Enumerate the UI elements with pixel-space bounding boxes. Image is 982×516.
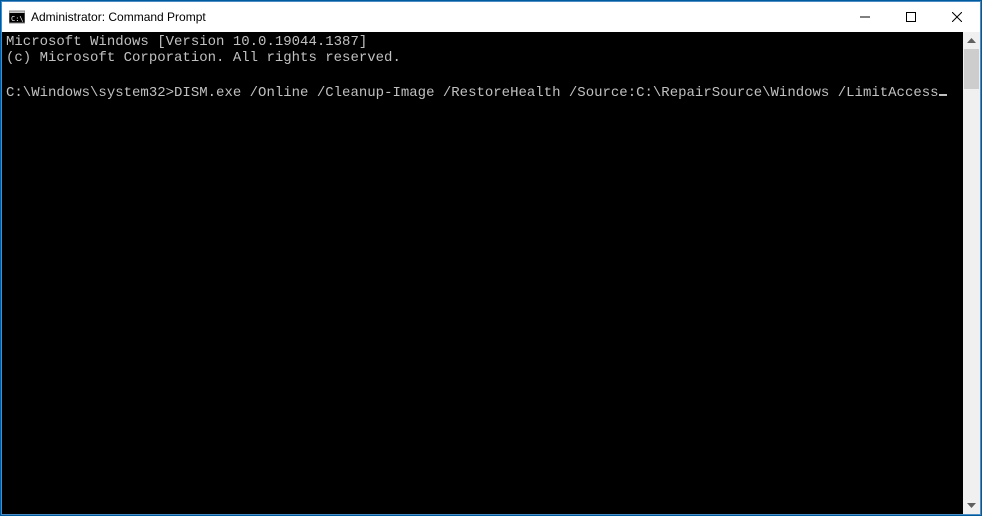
terminal-copyright-line: (c) Microsoft Corporation. All rights re… xyxy=(6,50,401,66)
close-button[interactable] xyxy=(934,2,980,32)
vertical-scrollbar[interactable] xyxy=(963,32,980,514)
minimize-button[interactable] xyxy=(842,2,888,32)
text-cursor xyxy=(939,82,947,96)
scroll-thumb[interactable] xyxy=(964,49,979,89)
scroll-up-button[interactable] xyxy=(963,32,980,49)
window-controls xyxy=(842,2,980,32)
terminal-prompt: C:\Windows\system32> xyxy=(6,85,174,101)
client-area: Microsoft Windows [Version 10.0.19044.13… xyxy=(2,32,980,514)
titlebar[interactable]: C:\ Administrator: Command Prompt xyxy=(2,2,980,32)
terminal-command: DISM.exe /Online /Cleanup-Image /Restore… xyxy=(174,85,939,101)
scroll-down-button[interactable] xyxy=(963,497,980,514)
svg-text:C:\: C:\ xyxy=(11,15,24,23)
command-prompt-window: C:\ Administrator: Command Prompt Micros… xyxy=(1,1,981,515)
cmd-icon: C:\ xyxy=(9,9,25,25)
window-title: Administrator: Command Prompt xyxy=(31,10,842,24)
terminal-version-line: Microsoft Windows [Version 10.0.19044.13… xyxy=(6,34,367,50)
maximize-button[interactable] xyxy=(888,2,934,32)
terminal-output[interactable]: Microsoft Windows [Version 10.0.19044.13… xyxy=(2,32,963,514)
